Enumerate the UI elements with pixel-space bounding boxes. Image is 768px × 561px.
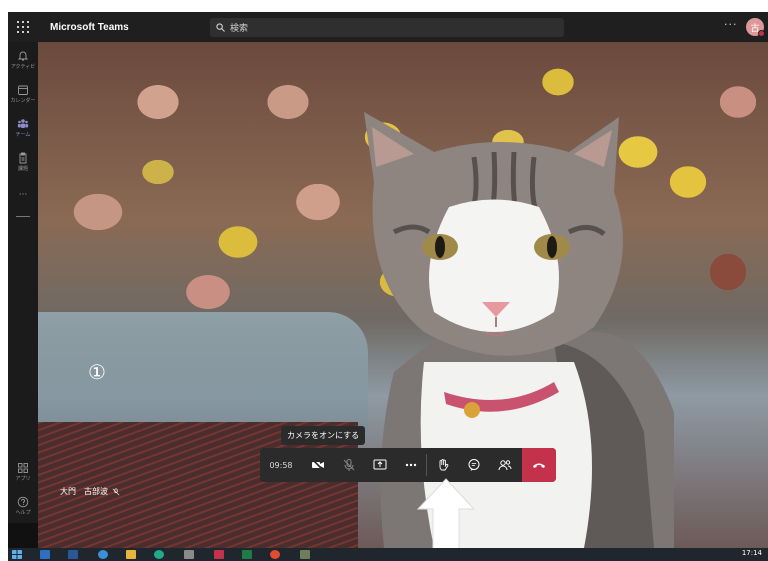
rail-item-label: アクティビ (10, 64, 36, 70)
call-controls-bar: 09:58 (260, 448, 556, 482)
office-icon[interactable] (214, 550, 224, 559)
participants-button[interactable] (489, 448, 520, 482)
help-icon (17, 496, 29, 508)
rail-item-activity[interactable]: アクティビ (8, 50, 38, 70)
apps-icon (18, 463, 28, 473)
file-explorer-icon[interactable] (126, 550, 136, 559)
app-title: Microsoft Teams (50, 21, 129, 33)
rail-item-label: ヘルプ (15, 510, 31, 516)
camera-tooltip: カメラをオンにする (281, 426, 366, 445)
excel-icon[interactable] (242, 550, 252, 559)
assignment-icon (19, 152, 27, 164)
title-bar: Microsoft Teams 検索 ··· 古 (8, 12, 768, 42)
rail-item-label: カレンダー (10, 98, 36, 104)
more-icon: ··· (18, 190, 28, 200)
cat-video-feed (364, 112, 674, 548)
more-icon (405, 463, 416, 467)
app-launcher-icon[interactable] (8, 12, 38, 42)
rail-item-calendar[interactable]: カレンダー (8, 84, 38, 104)
teams-window: Microsoft Teams 検索 ··· 古 アクティビ カレンダー チーム… (8, 12, 768, 561)
taskbar-app-icon[interactable] (300, 550, 310, 559)
edge-icon[interactable] (98, 550, 108, 559)
rail-item-help[interactable]: ヘルプ (8, 496, 38, 516)
word-icon[interactable] (68, 550, 78, 559)
search-label: 検索 (230, 24, 249, 34)
taskbar-clock: 17:14 (741, 549, 762, 557)
windows-taskbar: 17:14 (8, 548, 768, 561)
camera-off-icon (310, 458, 325, 472)
camera-toggle-button[interactable] (302, 448, 333, 482)
taskbar-app-icon[interactable] (40, 550, 50, 559)
mic-off-icon (112, 487, 120, 495)
search-box[interactable]: 検索 (210, 18, 564, 37)
annotation-number: ① (88, 360, 106, 384)
participant-name: 大門 古部波 (60, 487, 108, 496)
mic-toggle-button[interactable] (333, 448, 364, 482)
rail-item-label: アプリ (15, 476, 31, 482)
avatar[interactable]: 古 (746, 18, 765, 37)
chat-icon (468, 459, 479, 471)
teams-icon (17, 119, 29, 128)
rail-item-assignments[interactable]: 課題 (8, 152, 38, 172)
mic-off-icon (343, 459, 354, 471)
participant-label: 大門 古部波 (60, 486, 120, 497)
share-screen-button[interactable] (364, 448, 395, 482)
taskbar-app-icon[interactable] (184, 550, 194, 559)
calendar-icon (18, 85, 28, 95)
rail-item-more[interactable]: ··· (8, 190, 38, 200)
participants-icon (498, 460, 511, 471)
up-arrow-annotation (416, 478, 476, 548)
video-stage: ① 大門 古部波 カメラをオンにする 09:58 (38, 42, 768, 548)
more-options-button[interactable]: ··· (724, 18, 738, 31)
call-timer: 09:58 (269, 460, 293, 470)
presence-status-icon (758, 30, 765, 37)
share-icon (373, 459, 386, 470)
left-rail: アクティビ カレンダー チーム 課題 ··· アプリ ヘルプ (8, 42, 38, 523)
search-icon (216, 23, 225, 32)
rail-divider (16, 216, 30, 217)
chrome-icon[interactable] (270, 550, 280, 559)
hangup-button[interactable] (522, 448, 556, 482)
rail-item-teams[interactable]: チーム (8, 118, 38, 138)
rail-item-apps[interactable]: アプリ (8, 462, 38, 482)
rail-item-label: 課題 (17, 166, 28, 172)
raise-hand-icon (439, 459, 448, 471)
hangup-icon (533, 463, 545, 468)
windows-start-icon[interactable] (12, 550, 22, 559)
taskbar-app-icon[interactable] (154, 550, 164, 559)
bell-icon (17, 51, 29, 61)
rail-item-label: チーム (15, 132, 31, 138)
